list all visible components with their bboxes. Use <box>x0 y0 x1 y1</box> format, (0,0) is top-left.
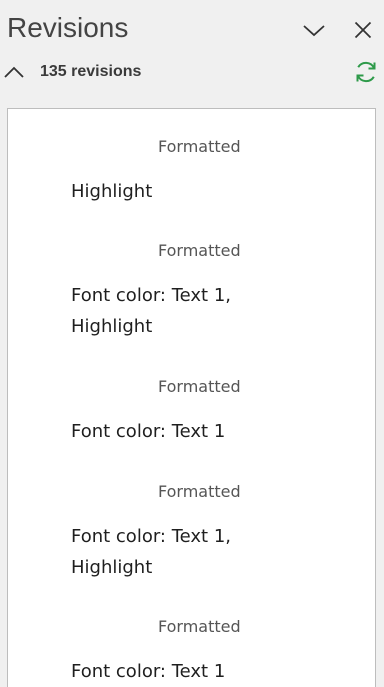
refresh-icon <box>356 61 376 83</box>
revision-description: Font color: Text 1 <box>71 661 226 682</box>
revision-description: Highlight <box>71 181 153 202</box>
refresh-button[interactable] <box>350 57 382 87</box>
chevron-up-icon <box>4 66 24 78</box>
revision-type: Formatted <box>158 617 241 636</box>
close-icon <box>354 21 372 39</box>
revision-type: Formatted <box>158 482 241 501</box>
close-pane-button[interactable] <box>347 14 379 46</box>
revision-type: Formatted <box>158 137 241 156</box>
revision-count: 135 revisions <box>40 63 142 80</box>
revisions-summary: 135 revisions <box>0 56 384 88</box>
revisions-list[interactable]: Formatted Highlight Formatted Font color… <box>7 108 376 687</box>
revision-description: Font color: Text 1, Highlight <box>71 526 232 578</box>
revision-description: Font color: Text 1, Highlight <box>71 285 232 337</box>
pane-header: Revisions <box>0 0 384 56</box>
pane-title: Revisions <box>7 12 129 43</box>
revision-type: Formatted <box>158 241 241 260</box>
revision-description: Font color: Text 1 <box>71 421 226 442</box>
collapse-revisions-button[interactable] <box>0 56 28 88</box>
pane-options-button[interactable] <box>298 14 330 46</box>
revision-type: Formatted <box>158 377 241 396</box>
chevron-down-icon <box>303 25 325 37</box>
